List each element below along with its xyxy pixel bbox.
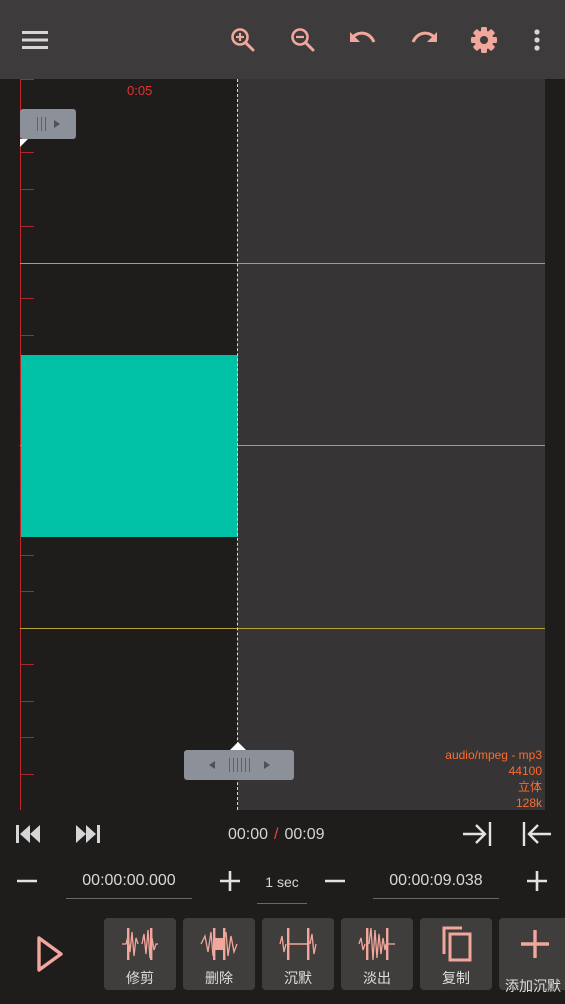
silence-icon [279, 928, 317, 960]
step-underline [257, 903, 307, 904]
ruler-tick [20, 189, 34, 190]
delete-icon [200, 928, 238, 960]
fade-out-button[interactable]: 淡出 [341, 918, 413, 990]
delete-label: 删除 [205, 970, 233, 986]
end-marker-handle[interactable] [184, 742, 294, 780]
ruler-tick [20, 298, 34, 299]
arrow-right-icon [263, 761, 270, 769]
position-controls: 00:00:00.000 1 sec 00:00:09.038 [0, 860, 565, 910]
ruler-tick [20, 152, 34, 153]
ruler-tick [20, 664, 34, 665]
waveform-view[interactable]: 0:05 audio/mpeg - mp3 44100 立体 128k [0, 79, 565, 810]
ruler-tick [20, 79, 34, 80]
playhead-cursor[interactable] [237, 79, 238, 810]
start-decrease-button[interactable] [14, 868, 40, 894]
channel-guide-line [20, 263, 545, 264]
ruler-tick [20, 701, 34, 702]
channel-mode: 立体 [517, 780, 542, 794]
end-decrease-button[interactable] [322, 868, 348, 894]
copy-label: 复制 [442, 970, 470, 986]
delete-button[interactable]: 删除 [183, 918, 255, 990]
silence-button[interactable]: 沉默 [262, 918, 334, 990]
trim-icon [122, 928, 158, 960]
ruler-tick [20, 591, 34, 592]
end-increase-button[interactable] [524, 868, 550, 894]
file-info: audio/mpeg - mp3 44100 立体 128k [445, 747, 542, 811]
fade-out-label: 淡出 [363, 970, 391, 986]
channel-guide-line [20, 628, 545, 629]
trim-button[interactable]: 修剪 [104, 918, 176, 990]
pointer-down-icon [20, 139, 28, 147]
settings-icon[interactable] [466, 22, 502, 58]
top-app-bar [0, 0, 565, 79]
copy-button[interactable]: 复制 [420, 918, 492, 990]
arrow-left-icon [208, 761, 215, 769]
trim-label: 修剪 [126, 970, 154, 986]
ruler-tick [20, 226, 34, 227]
menu-icon[interactable] [17, 22, 53, 58]
more-vert-icon[interactable] [519, 22, 555, 58]
grip-icon [36, 117, 46, 131]
redo-icon[interactable] [406, 22, 442, 58]
start-time-underline [66, 898, 192, 899]
current-time: 00:00 [228, 826, 269, 843]
time-marker-label: 0:05 [127, 83, 153, 98]
copy-icon [442, 926, 472, 962]
set-start-to-cursor-icon[interactable] [521, 821, 553, 852]
time-separator: / [274, 826, 279, 843]
transport-bar: 00:00 / 00:09 [0, 810, 565, 860]
end-time-field[interactable]: 00:00:09.038 [373, 872, 499, 890]
step-field[interactable]: 1 sec [257, 874, 307, 890]
playback-time: 00:00 / 00:09 [228, 826, 325, 844]
ruler-tick [20, 737, 34, 738]
zoom-out-icon[interactable] [285, 22, 321, 58]
start-time-field[interactable]: 00:00:00.000 [66, 872, 192, 890]
zoom-in-icon[interactable] [225, 22, 261, 58]
ruler-tick [20, 555, 34, 556]
add-silence-icon [521, 930, 549, 958]
play-icon[interactable] [30, 934, 66, 974]
file-format: audio/mpeg - mp3 [445, 748, 542, 762]
audio-editor: 0:05 audio/mpeg - mp3 44100 立体 128k 00:0… [0, 0, 565, 1004]
end-time-underline [373, 898, 499, 899]
skip-to-start-icon[interactable] [15, 824, 41, 849]
waveform-edge [545, 79, 565, 810]
set-end-to-cursor-icon[interactable] [461, 821, 493, 852]
edit-toolbar: 修剪 删除 沉默 淡出 复制 添加沉默 [0, 912, 565, 1004]
fade-out-icon [358, 927, 395, 961]
sample-rate: 44100 [508, 764, 542, 778]
add-silence-button[interactable]: 添加沉默 [499, 918, 565, 994]
arrow-right-icon [53, 120, 60, 128]
start-increase-button[interactable] [217, 868, 243, 894]
start-marker-handle[interactable] [20, 109, 76, 147]
ruler-tick [20, 774, 34, 775]
undo-icon[interactable] [345, 22, 381, 58]
add-silence-label: 添加沉默 [505, 978, 561, 994]
grip-icon [228, 758, 250, 772]
skip-to-end-icon[interactable] [75, 824, 101, 849]
total-time: 00:09 [284, 826, 325, 843]
bitrate: 128k [515, 796, 542, 810]
silence-label: 沉默 [284, 970, 312, 986]
ruler-tick [20, 335, 34, 336]
pointer-up-icon [230, 742, 246, 750]
waveform-selection-block [21, 355, 238, 537]
